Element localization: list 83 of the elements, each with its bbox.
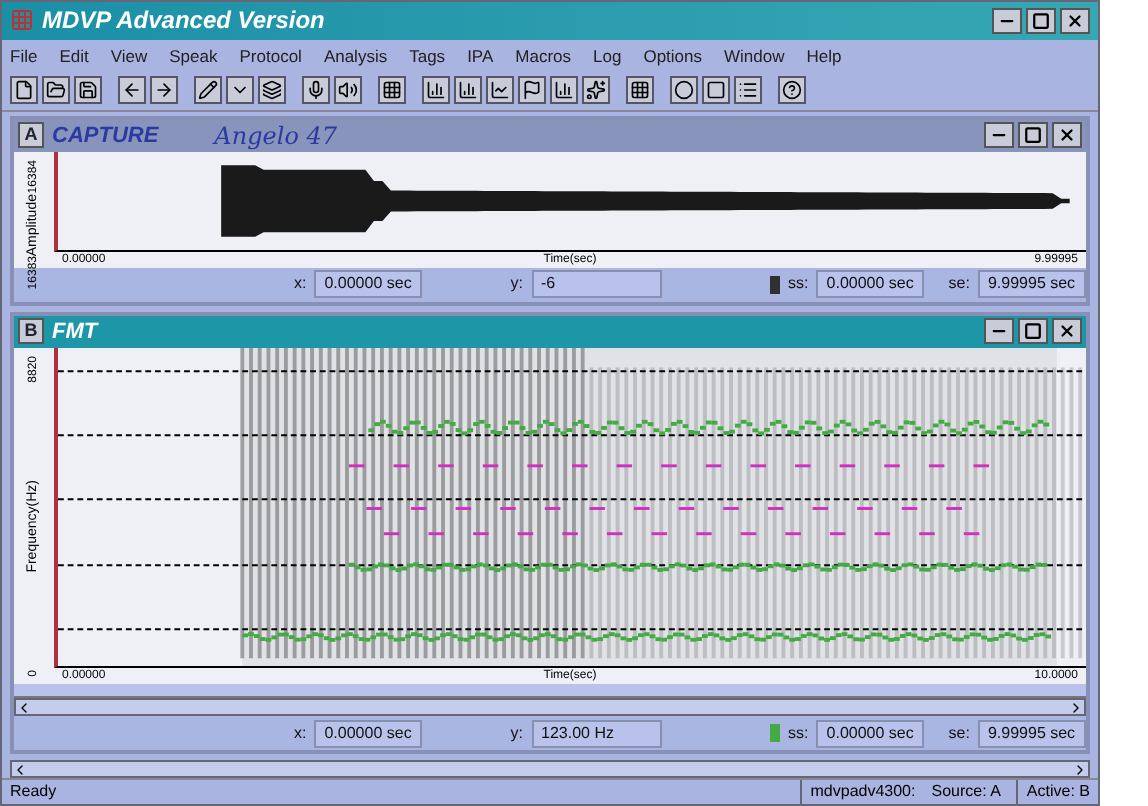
scroll-right-icon — [1068, 699, 1084, 715]
field-label: ss: — [788, 721, 809, 745]
scroll-left-icon — [16, 699, 32, 715]
scroll-right-icon — [1072, 761, 1088, 777]
pane-title: FMT — [52, 317, 98, 348]
close-button[interactable] — [1052, 318, 1082, 345]
bar-chart-icon[interactable] — [550, 76, 578, 105]
close-icon — [1058, 322, 1076, 341]
readout-field: 123.00 Hz — [531, 719, 662, 747]
grid-icon[interactable] — [626, 76, 654, 105]
field-label: se: — [948, 272, 970, 297]
menu-item[interactable]: Edit — [59, 43, 89, 69]
readout-field: 0.00000 sec — [314, 270, 423, 299]
window-icon[interactable] — [702, 76, 730, 105]
circle-icon[interactable] — [670, 76, 698, 105]
menu-item[interactable]: Macros — [515, 43, 572, 69]
field-label: x: — [294, 272, 307, 297]
readout-field: 0.00000 sec — [314, 719, 423, 747]
handwritten-note: Angelo 47 — [214, 119, 337, 154]
status-text: mdvpadv4300: — [800, 780, 916, 804]
minimize-button[interactable] — [984, 318, 1014, 345]
chevron-down-icon[interactable] — [226, 76, 254, 105]
pane-title: CAPTURE — [52, 121, 159, 152]
close-icon — [1058, 126, 1076, 145]
menu-item[interactable]: File — [10, 43, 38, 69]
status-text: Active: B — [1016, 780, 1090, 804]
bar-chart-icon[interactable] — [422, 76, 450, 105]
menu-item[interactable]: Help — [806, 43, 842, 69]
bar-chart-icon[interactable] — [454, 76, 482, 105]
close-button[interactable] — [1052, 122, 1082, 149]
microphone-icon[interactable] — [302, 76, 330, 105]
menu-item[interactable]: Window — [724, 43, 785, 69]
field-label: x: — [294, 721, 307, 745]
maximize-button[interactable] — [1026, 7, 1056, 34]
field-label: ss: — [788, 272, 809, 297]
horizontal-scrollbar[interactable] — [10, 760, 1090, 778]
list-icon[interactable] — [734, 76, 762, 105]
arrow-left-icon[interactable] — [118, 76, 146, 105]
minimize-button[interactable] — [992, 7, 1022, 34]
flag-icon[interactable] — [518, 76, 546, 105]
readout-field: 0.00000 sec — [816, 719, 925, 747]
new-file-icon[interactable] — [10, 76, 38, 105]
close-button[interactable] — [1060, 7, 1090, 34]
save-icon[interactable] — [74, 76, 102, 105]
line-chart-icon[interactable] — [486, 76, 514, 105]
readout-field: 0.00000 sec — [816, 270, 925, 299]
maximize-icon — [1024, 322, 1042, 341]
field-label: se: — [948, 721, 970, 745]
sparkle-icon[interactable] — [582, 76, 610, 105]
arrow-right-icon[interactable] — [150, 76, 178, 105]
readout-field: 9.99995 sec — [977, 719, 1086, 747]
menu-item[interactable]: Speak — [169, 43, 218, 69]
menu-item[interactable]: Analysis — [323, 43, 388, 69]
layers-icon[interactable] — [258, 76, 286, 105]
maximize-button[interactable] — [1018, 122, 1048, 149]
readout-field: 9.99995 sec — [977, 270, 1086, 299]
pencil-icon[interactable] — [194, 76, 222, 105]
menu-item[interactable]: Log — [593, 43, 622, 69]
grid-icon[interactable] — [378, 76, 406, 105]
scroll-left-icon — [12, 761, 28, 777]
maximize-icon — [1032, 11, 1050, 30]
help-icon[interactable] — [778, 76, 806, 105]
menu-item[interactable]: Protocol — [239, 43, 302, 69]
field-label: y: — [510, 272, 523, 297]
status-text: Source: A — [931, 780, 1001, 804]
menu-item[interactable]: View — [110, 43, 148, 69]
status-text: Ready — [10, 780, 57, 804]
maximize-button[interactable] — [1018, 318, 1048, 345]
field-label: y: — [510, 721, 523, 745]
speaker-icon[interactable] — [334, 76, 362, 105]
menu-item[interactable]: Tags — [409, 43, 446, 69]
minimize-button[interactable] — [984, 122, 1014, 149]
menu-item[interactable]: IPA — [467, 43, 494, 69]
close-icon — [1066, 11, 1084, 30]
readout-field: -6 — [531, 270, 662, 299]
pane-badge: A — [18, 122, 44, 149]
open-folder-icon[interactable] — [42, 76, 70, 105]
maximize-icon — [1024, 126, 1042, 145]
pane-badge: B — [18, 318, 44, 345]
horizontal-scrollbar[interactable] — [14, 698, 1086, 716]
menu-item[interactable]: Options — [643, 43, 702, 69]
window-title: MDVP Advanced Version — [42, 4, 325, 39]
app-logo-icon — [10, 8, 34, 33]
